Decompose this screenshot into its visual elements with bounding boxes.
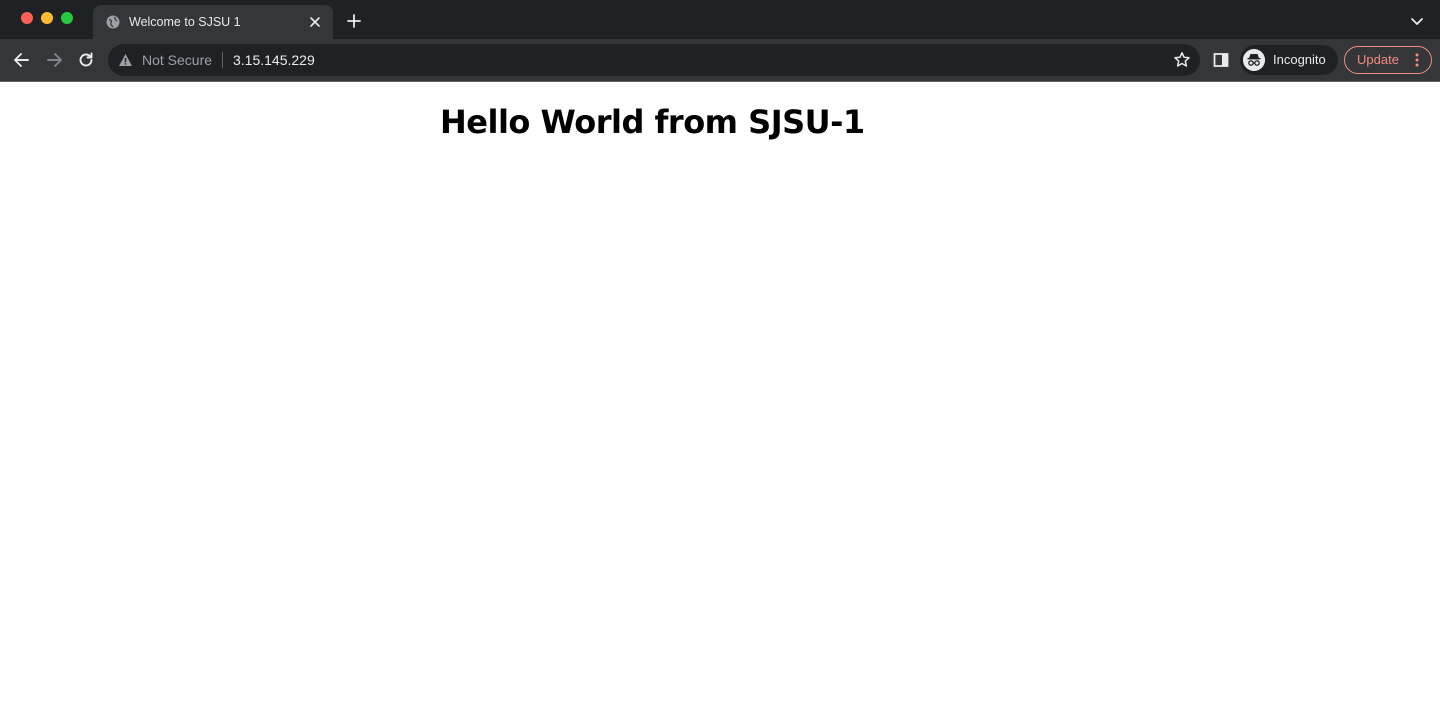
url-text[interactable]: 3.15.145.229 [233,52,315,68]
window-minimize-button[interactable] [41,12,53,24]
toolbar: Not Secure 3.15.145.229 Incognito Update [0,39,1440,82]
more-vert-icon[interactable] [1415,53,1419,67]
tab-strip: Welcome to SJSU 1 [0,0,1440,39]
incognito-icon [1243,49,1265,71]
tab-title: Welcome to SJSU 1 [129,15,241,29]
back-arrow-icon[interactable] [12,50,32,70]
chevron-down-icon[interactable] [1410,15,1424,27]
globe-icon [106,15,120,29]
tab-close-icon[interactable] [308,15,322,29]
tab-active[interactable]: Welcome to SJSU 1 [93,5,333,39]
forward-arrow-icon[interactable] [44,50,64,70]
update-label: Update [1357,52,1399,67]
omnibox-divider [222,52,223,68]
address-bar[interactable]: Not Secure 3.15.145.229 [108,44,1200,76]
page-content: Hello World from SJSU-1 [0,82,1440,722]
side-panel-icon[interactable] [1213,52,1229,68]
bookmark-star-icon[interactable] [1173,51,1191,69]
security-status-label[interactable]: Not Secure [142,52,212,68]
new-tab-icon[interactable] [346,13,362,29]
warning-icon[interactable] [118,53,133,67]
page-heading: Hello World from SJSU-1 [440,103,865,141]
window-close-button[interactable] [21,12,33,24]
window-maximize-button[interactable] [61,12,73,24]
incognito-profile-button[interactable]: Incognito [1240,45,1338,75]
incognito-label: Incognito [1273,52,1326,67]
reload-icon[interactable] [76,50,96,70]
browser-window: Welcome to SJSU 1 Not Secure 3.15.145.22… [0,0,1440,722]
update-button[interactable]: Update [1344,46,1432,74]
